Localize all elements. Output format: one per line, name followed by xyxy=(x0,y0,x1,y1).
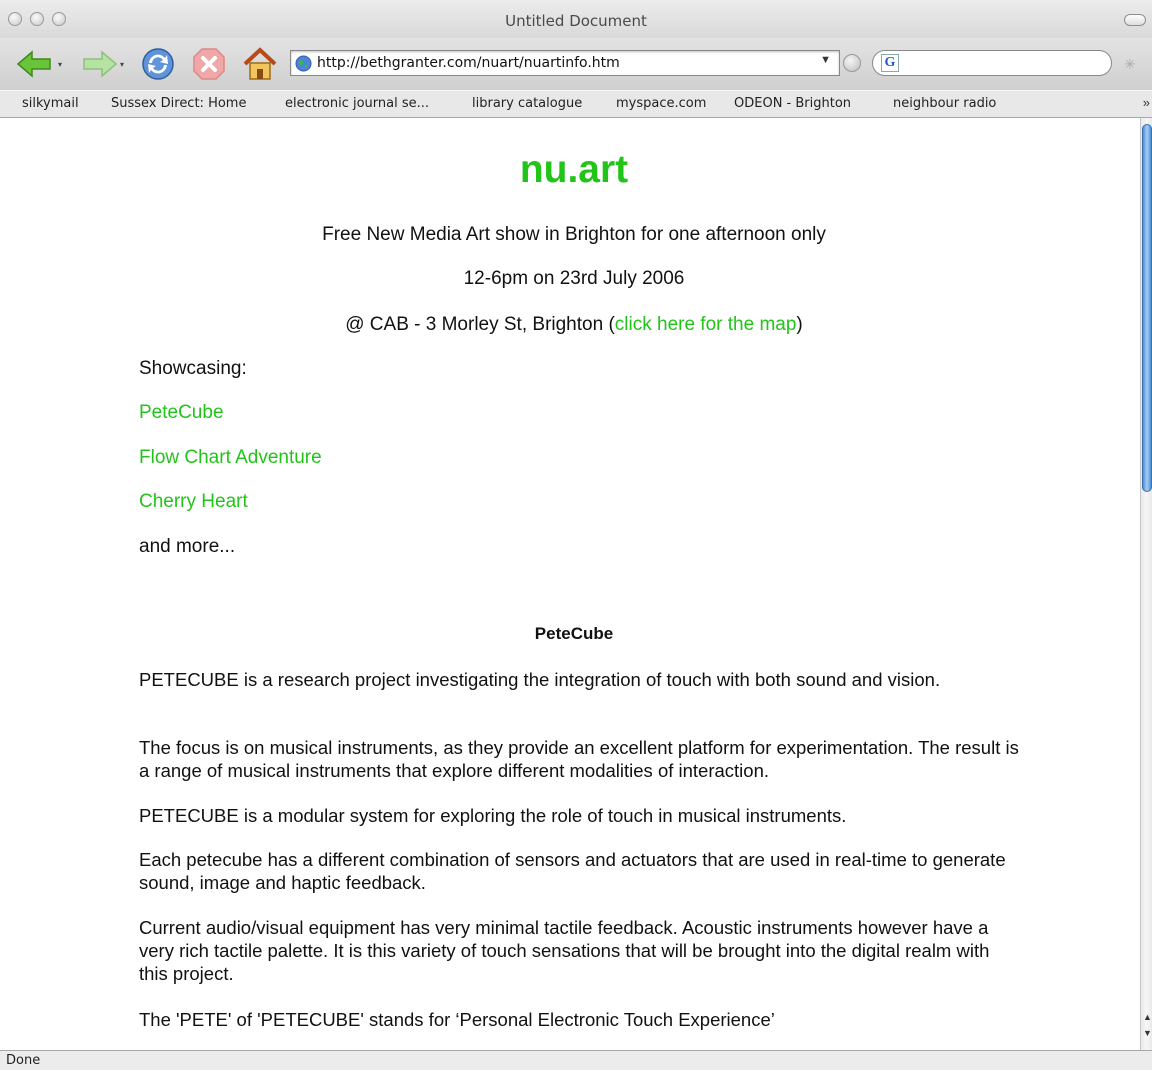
back-button[interactable]: ▾ xyxy=(16,46,62,82)
stop-button[interactable] xyxy=(192,46,226,82)
bookmark-neighbour-radio[interactable]: neighbour radio xyxy=(893,96,996,111)
url-text[interactable]: http://bethgranter.com/nuart/nuartinfo.h… xyxy=(317,55,620,71)
paragraph: Each petecube has a different combinatio… xyxy=(139,849,1006,893)
bookmarks-overflow-button[interactable]: » xyxy=(1143,95,1150,110)
bookmark-silkymail[interactable]: silkymail xyxy=(22,96,79,111)
section-heading: PeteCube xyxy=(534,624,614,643)
forward-button[interactable]: ▾ xyxy=(78,46,124,82)
navigation-toolbar: ▾ ▾ http://bethgranter.com/nuart/nuartin… xyxy=(0,38,1152,90)
showcasing-label: Showcasing: xyxy=(139,358,247,379)
back-arrow-icon xyxy=(16,50,51,78)
paragraph: Current audio/visual equipment has very … xyxy=(139,917,990,984)
venue-text: @ CAB - 3 Morley St, Brighton ( xyxy=(345,314,615,335)
url-history-dropdown-icon[interactable]: ▼ xyxy=(820,54,831,66)
back-history-dropdown-icon[interactable]: ▾ xyxy=(58,60,62,69)
vertical-scrollbar[interactable]: ▲ ▼ xyxy=(1140,118,1152,1050)
bookmark-sussex-direct[interactable]: Sussex Direct: Home xyxy=(111,96,246,111)
stop-icon xyxy=(193,48,225,80)
event-datetime: 12-6pm on 23rd July 2006 xyxy=(463,268,685,289)
bookmarks-bar: silkymail Sussex Direct: Home electronic… xyxy=(0,90,1152,118)
bookmark-myspace[interactable]: myspace.com xyxy=(616,96,706,111)
venue-suffix: ) xyxy=(796,314,803,335)
status-bar: Done xyxy=(0,1050,1152,1070)
paragraph: The 'PETE' of 'PETECUBE' stands for ‘Per… xyxy=(139,1009,775,1030)
bookmark-odeon-brighton[interactable]: ODEON - Brighton xyxy=(734,96,851,111)
window-title: Untitled Document xyxy=(505,12,647,30)
search-engine-icon[interactable]: G xyxy=(881,54,899,72)
scroll-up-arrow-icon[interactable]: ▲ xyxy=(1143,1012,1152,1022)
address-bar[interactable]: http://bethgranter.com/nuart/nuartinfo.h… xyxy=(290,50,840,76)
venue-line: @ CAB - 3 Morley St, Brighton (click her… xyxy=(0,314,1140,336)
reload-button[interactable] xyxy=(140,46,176,82)
scrollbar-thumb[interactable] xyxy=(1142,124,1152,492)
site-globe-icon xyxy=(295,55,312,72)
status-text: Done xyxy=(6,1053,41,1068)
toolbar-toggle-button[interactable] xyxy=(1124,14,1146,26)
page-title: nu.art xyxy=(519,148,629,191)
home-icon xyxy=(243,47,277,80)
bookmark-library-catalogue[interactable]: library catalogue xyxy=(472,96,582,111)
map-link[interactable]: click here for the map xyxy=(615,314,797,335)
page-content: nu.art Free New Media Art show in Bright… xyxy=(0,118,1140,1050)
petecube-link[interactable]: PeteCube xyxy=(139,402,224,424)
tagline: Free New Media Art show in Brighton for … xyxy=(322,224,826,245)
bookmark-electronic-journal[interactable]: electronic journal se... xyxy=(285,96,429,111)
paragraph: PETECUBE is a research project investiga… xyxy=(139,669,941,690)
cherry-heart-link[interactable]: Cherry Heart xyxy=(139,491,248,513)
and-more-text: and more... xyxy=(139,536,236,557)
scroll-down-arrow-icon[interactable]: ▼ xyxy=(1143,1028,1152,1038)
activity-throbber-icon: ✳ xyxy=(1124,56,1136,72)
forward-arrow-icon xyxy=(83,50,118,78)
reload-icon xyxy=(142,48,174,80)
forward-history-dropdown-icon[interactable]: ▾ xyxy=(120,60,124,69)
home-button[interactable] xyxy=(242,46,278,82)
search-box[interactable]: G xyxy=(872,50,1112,76)
flow-chart-adventure-link[interactable]: Flow Chart Adventure xyxy=(139,447,322,469)
paragraph: The focus is on musical instruments, as … xyxy=(139,737,1019,781)
go-button[interactable] xyxy=(843,54,861,72)
paragraph: PETECUBE is a modular system for explori… xyxy=(139,805,847,826)
